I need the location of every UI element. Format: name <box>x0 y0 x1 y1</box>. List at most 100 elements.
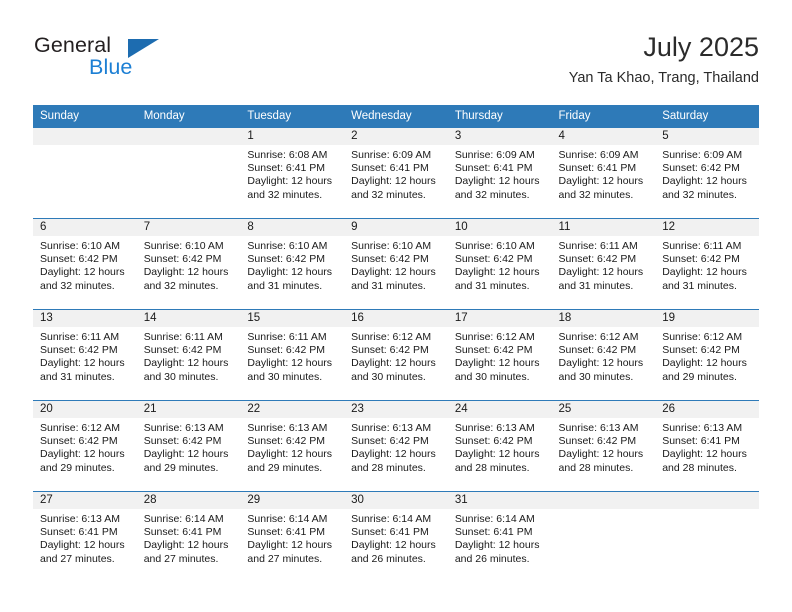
calendar-day-cell[interactable]: 13 Sunrise: 6:11 AM Sunset: 6:42 PM Dayligh… <box>33 309 137 401</box>
weekday-header-friday: Friday <box>551 105 656 128</box>
day-cell-content: 9 Sunrise: 6:10 AM Sunset: 6:42 PM Daylight… <box>344 219 448 309</box>
calendar-day-cell[interactable]: 22 Sunrise: 6:13 AM Sunset: 6:42 PM Dayligh… <box>240 400 345 492</box>
calendar-day-cell[interactable]: 9 Sunrise: 6:10 AM Sunset: 6:42 PM Daylight… <box>344 218 448 310</box>
day-info-line: and 28 minutes. <box>454 461 530 474</box>
day-info-line: and 32 minutes. <box>143 279 219 292</box>
day-info-line: Daylight: 12 hours <box>558 175 644 188</box>
calendar-day-cell[interactable]: 17 Sunrise: 6:12 AM Sunset: 6:42 PM Dayligh… <box>447 309 552 401</box>
calendar-day-cell[interactable]: 31 Sunrise: 6:14 AM Sunset: 6:41 PM Dayligh… <box>447 491 552 582</box>
calendar-day-cell-empty <box>136 128 241 219</box>
day-info-line: Sunset: 6:42 PM <box>351 435 429 448</box>
calendar-day-cell[interactable]: 2 Sunrise: 6:09 AM Sunset: 6:41 PM Daylight… <box>344 128 448 219</box>
calendar-day-cell[interactable]: 20 Sunrise: 6:12 AM Sunset: 6:42 PM Dayligh… <box>33 400 137 492</box>
calendar-day-cell-empty <box>33 128 137 219</box>
calendar-day-cell[interactable]: 3 Sunrise: 6:09 AM Sunset: 6:41 PM Daylight… <box>447 128 552 219</box>
day-info-line: Daylight: 12 hours <box>143 266 229 279</box>
day-number: 24 <box>447 401 552 418</box>
day-info-line: Daylight: 12 hours <box>143 357 229 370</box>
calendar-day-cell[interactable]: 24 Sunrise: 6:13 AM Sunset: 6:42 PM Dayligh… <box>447 400 552 492</box>
calendar-day-cell[interactable]: 8 Sunrise: 6:10 AM Sunset: 6:42 PM Daylight… <box>240 218 345 310</box>
day-info-line: Daylight: 12 hours <box>351 539 436 552</box>
calendar-day-cell[interactable]: 25 Sunrise: 6:13 AM Sunset: 6:42 PM Dayligh… <box>551 400 656 492</box>
day-info-line: Sunrise: 6:13 AM <box>143 422 224 434</box>
day-info-line: and 29 minutes. <box>40 461 115 474</box>
day-info-line: Sunrise: 6:09 AM <box>351 149 432 161</box>
day-info-line: Sunset: 6:41 PM <box>351 526 429 539</box>
calendar-day-cell[interactable]: 16 Sunrise: 6:12 AM Sunset: 6:42 PM Dayligh… <box>344 309 448 401</box>
day-info-line: Daylight: 12 hours <box>247 448 333 461</box>
day-cell-content: 16 Sunrise: 6:12 AM Sunset: 6:42 PM Dayligh… <box>344 310 448 400</box>
day-number: 21 <box>136 401 241 418</box>
calendar-day-cell[interactable]: 10 Sunrise: 6:10 AM Sunset: 6:42 PM Dayligh… <box>447 218 552 310</box>
calendar-day-cell[interactable]: 6 Sunrise: 6:10 AM Sunset: 6:42 PM Daylight… <box>33 218 137 310</box>
day-info-line: Sunset: 6:42 PM <box>143 344 222 357</box>
day-info-line: Daylight: 12 hours <box>247 539 333 552</box>
day-info-line: Sunset: 6:42 PM <box>558 253 637 266</box>
calendar-day-cell[interactable]: 4 Sunrise: 6:09 AM Sunset: 6:41 PM Daylight… <box>551 128 656 219</box>
calendar-week-row: 13 Sunrise: 6:11 AM Sunset: 6:42 PM Dayligh… <box>33 309 759 401</box>
calendar-day-cell[interactable]: 21 Sunrise: 6:13 AM Sunset: 6:42 PM Dayligh… <box>136 400 241 492</box>
day-info-line: Sunset: 6:42 PM <box>40 344 118 357</box>
calendar-day-cell[interactable]: 28 Sunrise: 6:14 AM Sunset: 6:41 PM Dayligh… <box>136 491 241 582</box>
calendar-day-cell[interactable]: 18 Sunrise: 6:12 AM Sunset: 6:42 PM Dayligh… <box>551 309 656 401</box>
day-info-line: Sunset: 6:42 PM <box>662 253 740 266</box>
day-number: 31 <box>447 492 552 509</box>
day-info-line: Sunrise: 6:10 AM <box>351 240 432 252</box>
calendar-day-cell[interactable]: 26 Sunrise: 6:13 AM Sunset: 6:41 PM Dayligh… <box>655 400 759 492</box>
day-cell-content: 21 Sunrise: 6:13 AM Sunset: 6:42 PM Dayligh… <box>136 401 241 491</box>
calendar-day-cell[interactable]: 29 Sunrise: 6:14 AM Sunset: 6:41 PM Dayligh… <box>240 491 345 582</box>
day-info-line: Daylight: 12 hours <box>247 357 333 370</box>
calendar-day-cell[interactable]: 27 Sunrise: 6:13 AM Sunset: 6:41 PM Dayligh… <box>33 491 137 582</box>
calendar-day-cell[interactable]: 14 Sunrise: 6:11 AM Sunset: 6:42 PM Dayligh… <box>136 309 241 401</box>
day-number: 27 <box>33 492 137 509</box>
day-sun-info: Sunrise: 6:11 AM Sunset: 6:42 PM Daylight:… <box>240 327 344 384</box>
day-cell-content: 24 Sunrise: 6:13 AM Sunset: 6:42 PM Dayligh… <box>447 401 552 491</box>
day-info-line: Daylight: 12 hours <box>143 448 229 461</box>
calendar-day-cell[interactable]: 23 Sunrise: 6:13 AM Sunset: 6:42 PM Dayligh… <box>344 400 448 492</box>
calendar-day-cell[interactable]: 1 Sunrise: 6:08 AM Sunset: 6:41 PM Daylight… <box>240 128 345 219</box>
day-info-line: Sunset: 6:42 PM <box>662 162 740 175</box>
day-info-line: Sunrise: 6:11 AM <box>247 331 327 343</box>
page-header: General Blue July 2025 Yan Ta Khao, Tran… <box>33 30 759 98</box>
calendar-day-cell[interactable]: 5 Sunrise: 6:09 AM Sunset: 6:42 PM Daylight… <box>655 128 759 219</box>
calendar-day-cell[interactable]: 30 Sunrise: 6:14 AM Sunset: 6:41 PM Dayligh… <box>344 491 448 582</box>
day-info-line: Daylight: 12 hours <box>454 539 540 552</box>
day-info-line: and 28 minutes. <box>662 461 737 474</box>
calendar-day-cell-empty <box>551 491 656 582</box>
day-info-line: Sunset: 6:41 PM <box>454 162 533 175</box>
day-cell-content: 6 Sunrise: 6:10 AM Sunset: 6:42 PM Daylight… <box>33 219 137 309</box>
day-sun-info: Sunrise: 6:12 AM Sunset: 6:42 PM Daylight:… <box>552 327 656 384</box>
day-info-line: and 27 minutes. <box>247 552 323 565</box>
day-number: 10 <box>447 219 552 236</box>
day-info-line: Sunset: 6:41 PM <box>247 162 326 175</box>
day-info-line: and 32 minutes. <box>247 188 323 201</box>
day-info-line: and 30 minutes. <box>143 370 219 383</box>
day-sun-info: Sunrise: 6:09 AM Sunset: 6:41 PM Daylight:… <box>552 145 656 202</box>
brand-logo[interactable]: General Blue <box>33 30 263 92</box>
calendar-day-cell[interactable]: 15 Sunrise: 6:11 AM Sunset: 6:42 PM Dayligh… <box>240 309 345 401</box>
calendar-day-cell[interactable]: 11 Sunrise: 6:11 AM Sunset: 6:42 PM Dayligh… <box>551 218 656 310</box>
day-cell-content: 4 Sunrise: 6:09 AM Sunset: 6:41 PM Daylight… <box>551 128 656 218</box>
day-info-line: Sunset: 6:42 PM <box>454 435 533 448</box>
day-info-line: Sunrise: 6:11 AM <box>662 240 742 252</box>
day-number: 30 <box>344 492 448 509</box>
day-info-line: Sunrise: 6:10 AM <box>40 240 120 252</box>
day-sun-info: Sunrise: 6:12 AM Sunset: 6:42 PM Daylight:… <box>33 418 137 475</box>
day-info-line: Sunset: 6:42 PM <box>558 344 637 357</box>
day-number: 12 <box>655 219 759 236</box>
day-cell-content: 23 Sunrise: 6:13 AM Sunset: 6:42 PM Dayligh… <box>344 401 448 491</box>
day-cell-content: 3 Sunrise: 6:09 AM Sunset: 6:41 PM Daylight… <box>447 128 552 218</box>
day-info-line: and 27 minutes. <box>143 552 219 565</box>
day-sun-info: Sunrise: 6:12 AM Sunset: 6:42 PM Daylight:… <box>344 327 448 384</box>
day-info-line: and 32 minutes. <box>662 188 737 201</box>
day-info-line: Sunset: 6:42 PM <box>247 435 326 448</box>
day-cell-content: 30 Sunrise: 6:14 AM Sunset: 6:41 PM Dayligh… <box>344 492 448 582</box>
day-info-line: Sunset: 6:42 PM <box>247 253 326 266</box>
day-cell-content: 31 Sunrise: 6:14 AM Sunset: 6:41 PM Dayligh… <box>447 492 552 582</box>
calendar-day-cell[interactable]: 19 Sunrise: 6:12 AM Sunset: 6:42 PM Dayligh… <box>655 309 759 401</box>
calendar-day-cell[interactable]: 12 Sunrise: 6:11 AM Sunset: 6:42 PM Dayligh… <box>655 218 759 310</box>
calendar-day-cell[interactable]: 7 Sunrise: 6:10 AM Sunset: 6:42 PM Daylight… <box>136 218 241 310</box>
calendar-week-row: 20 Sunrise: 6:12 AM Sunset: 6:42 PM Dayligh… <box>33 400 759 492</box>
day-info-line: Sunset: 6:42 PM <box>558 435 637 448</box>
day-info-line: Sunrise: 6:12 AM <box>662 331 743 343</box>
